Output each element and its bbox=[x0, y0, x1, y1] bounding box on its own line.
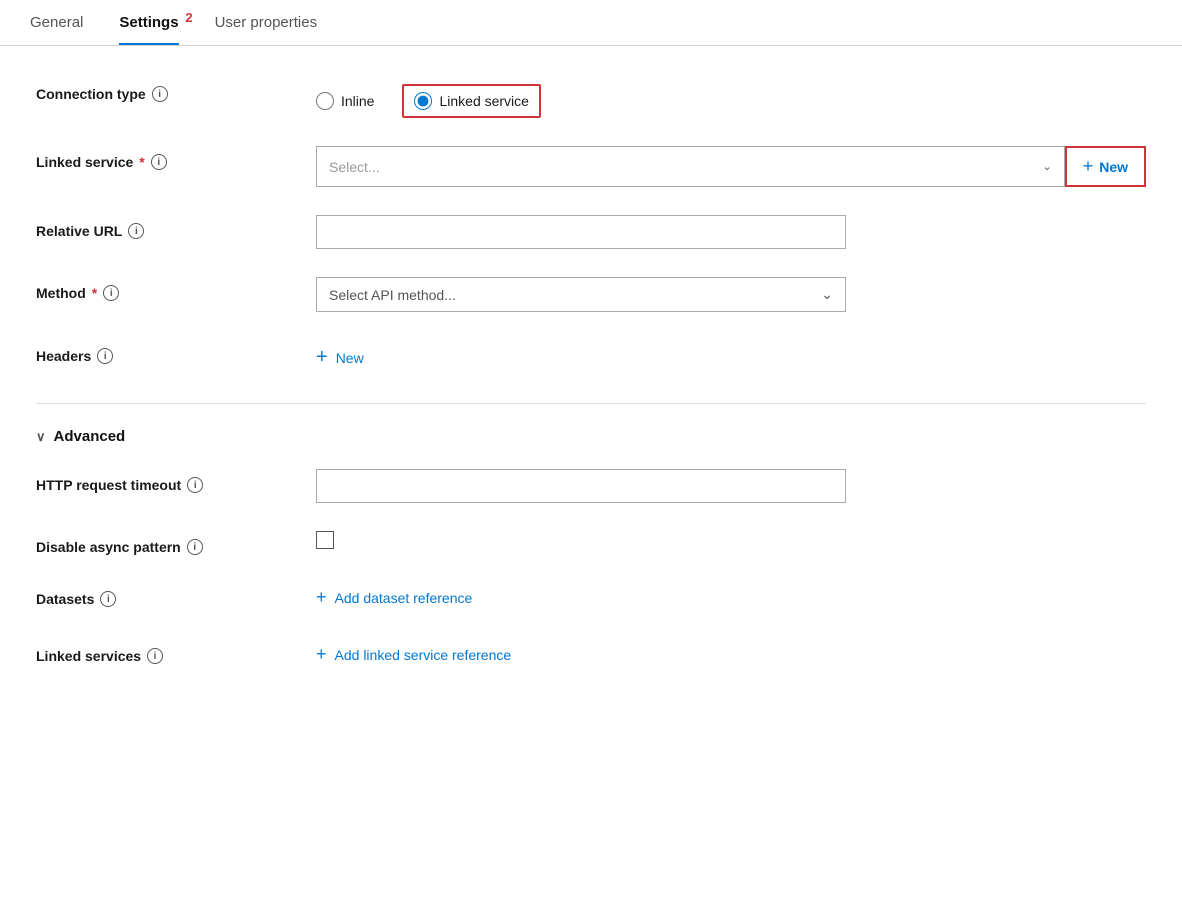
method-required: * bbox=[92, 285, 97, 301]
linked-services-label: Linked services i bbox=[36, 640, 316, 664]
http-timeout-control bbox=[316, 469, 1146, 503]
add-linked-service-ref-button[interactable]: + Add linked service reference bbox=[316, 640, 511, 669]
radio-inline-input[interactable] bbox=[316, 92, 334, 110]
datasets-label: Datasets i bbox=[36, 583, 316, 607]
radio-linked-service[interactable]: Linked service bbox=[414, 92, 529, 110]
disable-async-checkbox[interactable] bbox=[316, 531, 334, 549]
relative-url-info-icon[interactable]: i bbox=[128, 223, 144, 239]
headers-control: + New bbox=[316, 340, 1146, 375]
linked-service-info-icon[interactable]: i bbox=[151, 154, 167, 170]
tab-general[interactable]: General bbox=[30, 0, 83, 45]
connection-type-info-icon[interactable]: i bbox=[152, 86, 168, 102]
disable-async-label: Disable async pattern i bbox=[36, 531, 316, 555]
advanced-divider bbox=[36, 403, 1146, 404]
linked-service-required: * bbox=[139, 154, 144, 170]
method-control: Select API method... ⌄ bbox=[316, 277, 1146, 312]
datasets-info-icon[interactable]: i bbox=[100, 591, 116, 607]
method-label: Method * i bbox=[36, 277, 316, 301]
tab-user-properties[interactable]: User properties bbox=[215, 0, 318, 45]
linked-services-info-icon[interactable]: i bbox=[147, 648, 163, 664]
relative-url-row: Relative URL i bbox=[36, 215, 1146, 249]
method-select[interactable]: Select API method... ⌄ bbox=[316, 277, 846, 312]
radio-inline[interactable]: Inline bbox=[316, 92, 374, 110]
connection-type-control: Inline Linked service bbox=[316, 78, 1146, 118]
new-button-plus-icon: + bbox=[1083, 156, 1094, 177]
linked-service-select[interactable]: Select... ⌄ bbox=[316, 146, 1065, 187]
radio-linked-service-input[interactable] bbox=[414, 92, 432, 110]
method-row: Method * i Select API method... ⌄ bbox=[36, 277, 1146, 312]
relative-url-input[interactable] bbox=[316, 215, 846, 249]
tab-bar: General Settings 2 User properties bbox=[0, 0, 1182, 46]
method-chevron-icon: ⌄ bbox=[821, 286, 833, 303]
linked-service-chevron-icon: ⌄ bbox=[1042, 160, 1051, 173]
method-info-icon[interactable]: i bbox=[103, 285, 119, 301]
disable-async-row: Disable async pattern i bbox=[36, 531, 1146, 555]
add-dataset-plus-icon: + bbox=[316, 587, 327, 608]
headers-plus-icon: + bbox=[316, 346, 328, 369]
headers-row: Headers i + New bbox=[36, 340, 1146, 375]
add-linked-service-plus-icon: + bbox=[316, 644, 327, 665]
linked-service-label: Linked service * i bbox=[36, 146, 316, 170]
disable-async-info-icon[interactable]: i bbox=[187, 539, 203, 555]
linked-services-control: + Add linked service reference bbox=[316, 640, 1146, 669]
http-timeout-row: HTTP request timeout i bbox=[36, 469, 1146, 503]
datasets-row: Datasets i + Add dataset reference bbox=[36, 583, 1146, 612]
linked-service-row: Linked service * i Select... ⌄ + New bbox=[36, 146, 1146, 187]
connection-type-label: Connection type i bbox=[36, 78, 316, 102]
advanced-section: ∨ Advanced HTTP request timeout i Disabl… bbox=[36, 428, 1146, 669]
relative-url-label: Relative URL i bbox=[36, 215, 316, 239]
headers-new-button[interactable]: + New bbox=[316, 340, 364, 375]
http-timeout-info-icon[interactable]: i bbox=[187, 477, 203, 493]
http-timeout-input[interactable] bbox=[316, 469, 846, 503]
advanced-chevron-icon: ∨ bbox=[36, 429, 46, 445]
linked-service-highlight: Linked service bbox=[402, 84, 541, 118]
http-timeout-label: HTTP request timeout i bbox=[36, 469, 316, 493]
linked-service-control: Select... ⌄ + New bbox=[316, 146, 1146, 187]
add-dataset-button[interactable]: + Add dataset reference bbox=[316, 583, 472, 612]
advanced-toggle[interactable]: ∨ Advanced bbox=[36, 428, 1146, 445]
headers-info-icon[interactable]: i bbox=[97, 348, 113, 364]
tab-settings[interactable]: Settings 2 bbox=[119, 0, 178, 45]
relative-url-control bbox=[316, 215, 1146, 249]
settings-content: Connection type i Inline Linked service bbox=[0, 46, 1182, 729]
datasets-control: + Add dataset reference bbox=[316, 583, 1146, 612]
linked-service-new-button[interactable]: + New bbox=[1065, 146, 1146, 187]
disable-async-control bbox=[316, 531, 1146, 552]
connection-type-row: Connection type i Inline Linked service bbox=[36, 78, 1146, 118]
linked-services-row: Linked services i + Add linked service r… bbox=[36, 640, 1146, 669]
headers-label: Headers i bbox=[36, 340, 316, 364]
settings-badge: 2 bbox=[185, 10, 192, 25]
linked-service-select-wrapper: Select... ⌄ + New bbox=[316, 146, 1146, 187]
connection-type-radio-group: Inline Linked service bbox=[316, 78, 1146, 118]
